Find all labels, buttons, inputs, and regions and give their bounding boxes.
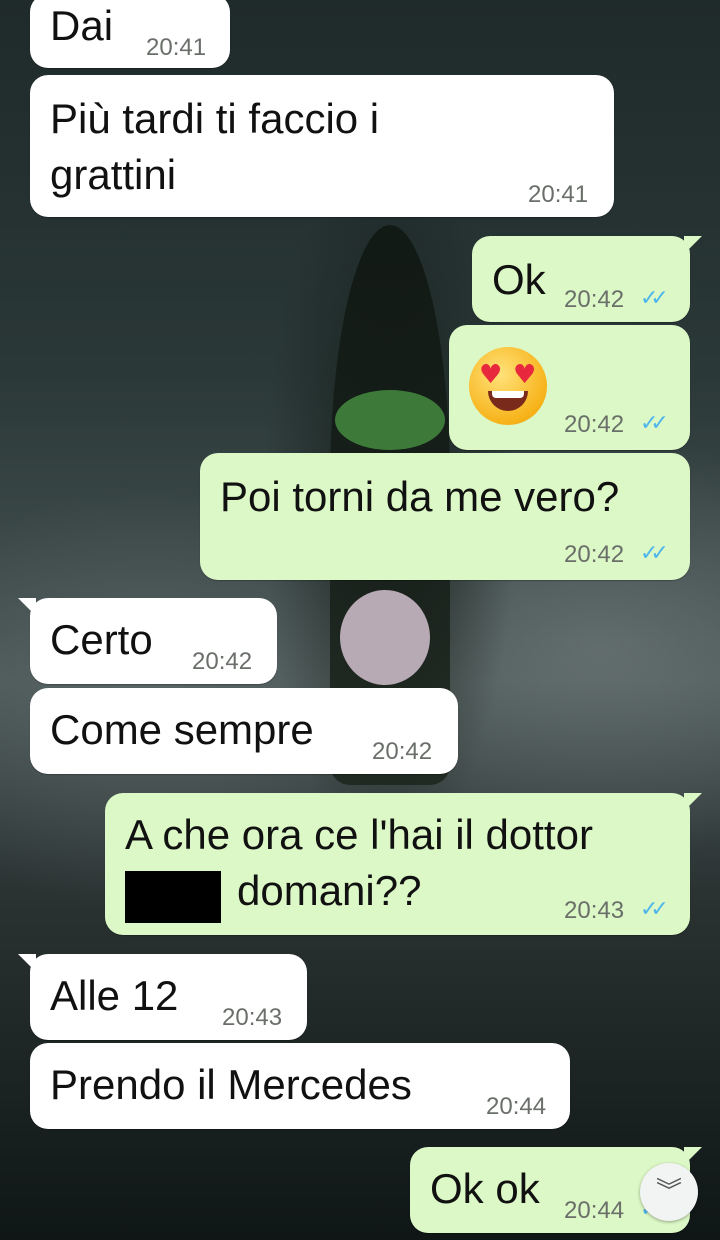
scroll-to-bottom-button[interactable]: ︾ bbox=[640, 1163, 698, 1221]
chevron-double-down-icon: ︾ bbox=[655, 1177, 682, 1207]
message-bubble-incoming[interactable]: Prendo il Mercedes 20:44 bbox=[30, 1043, 570, 1129]
redacted-name-block bbox=[125, 871, 221, 923]
message-text: Più tardi ti faccio i bbox=[50, 95, 380, 142]
message-text: grattini bbox=[50, 151, 177, 198]
message-bubble-incoming[interactable]: Come sempre 20:42 bbox=[30, 688, 458, 774]
message-time: 20:44 bbox=[564, 1197, 625, 1224]
message-time: 20:42 bbox=[564, 411, 625, 438]
message-bubble-outgoing[interactable]: A che ora ce l'hai il dottor domani?? 20… bbox=[105, 793, 690, 935]
heart-eyes-emoji-icon: ♥ ♥ bbox=[469, 347, 547, 425]
message-time: 20:41 bbox=[528, 181, 589, 208]
message-bubble-incoming[interactable]: Più tardi ti faccio i grattini 20:41 bbox=[30, 75, 614, 217]
message-time: 20:42 bbox=[192, 648, 253, 675]
message-text: Certo bbox=[50, 616, 153, 663]
message-bubble-incoming[interactable]: Certo 20:42 bbox=[30, 598, 277, 684]
message-text: Alle 12 bbox=[50, 972, 179, 1019]
message-bubble-outgoing[interactable]: Ok 20:42 ✓✓ bbox=[472, 236, 690, 322]
message-text: Come sempre bbox=[50, 706, 314, 753]
message-time: 20:43 bbox=[222, 1004, 283, 1031]
read-ticks-icon: ✓✓ bbox=[640, 286, 669, 311]
message-time: 20:42 bbox=[564, 541, 625, 568]
message-bubble-outgoing[interactable]: Poi torni da me vero? 20:42 ✓✓ bbox=[200, 453, 690, 580]
read-ticks-icon: ✓✓ bbox=[640, 897, 669, 922]
message-text: domani?? bbox=[237, 867, 422, 914]
heart-eye-icon: ♥ bbox=[513, 360, 537, 390]
message-text: Ok bbox=[492, 256, 546, 303]
message-text: Dai bbox=[50, 2, 114, 49]
message-bubble-outgoing[interactable]: ♥ ♥ 20:42 ✓✓ bbox=[449, 325, 690, 450]
read-ticks-icon: ✓✓ bbox=[640, 411, 669, 436]
message-time: 20:42 bbox=[372, 738, 433, 765]
message-time: 20:43 bbox=[564, 897, 625, 924]
message-time: 20:42 bbox=[564, 286, 625, 313]
message-time: 20:44 bbox=[486, 1093, 547, 1120]
wallpaper-greens bbox=[335, 390, 445, 450]
message-text: Ok ok bbox=[430, 1165, 540, 1212]
read-ticks-icon: ✓✓ bbox=[640, 541, 669, 566]
message-bubble-incoming[interactable]: Alle 12 20:43 bbox=[30, 954, 307, 1040]
message-time: 20:41 bbox=[146, 34, 207, 61]
wallpaper-hat bbox=[340, 590, 430, 685]
message-text: A che ora ce l'hai il dottor bbox=[125, 811, 593, 858]
message-text: Prendo il Mercedes bbox=[50, 1061, 412, 1108]
emoji-mouth bbox=[488, 391, 528, 411]
message-bubble-incoming[interactable]: Dai 20:41 bbox=[30, 0, 230, 68]
message-text: Poi torni da me vero? bbox=[220, 473, 620, 520]
heart-eye-icon: ♥ bbox=[479, 360, 503, 390]
